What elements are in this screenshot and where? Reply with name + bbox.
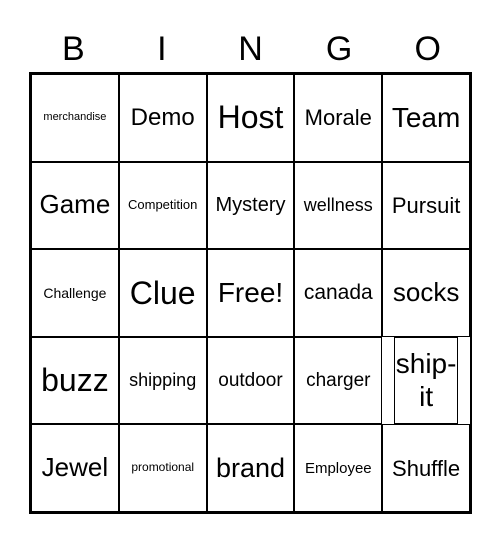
bingo-cell[interactable]: shipping: [118, 336, 207, 425]
bingo-cell[interactable]: ship-it: [394, 336, 459, 425]
bingo-cell[interactable]: Competition: [118, 161, 207, 250]
bingo-cell[interactable]: Jewel: [31, 424, 119, 512]
bingo-grid: merchandise Demo Host Morale Team Game Competi…: [29, 72, 472, 514]
header-letter-g: G: [325, 30, 353, 68]
bingo-cell[interactable]: buzz: [31, 336, 119, 425]
bingo-header: B I N G O: [29, 26, 472, 72]
header-letter-i: I: [157, 30, 167, 68]
bingo-cell[interactable]: Challenge: [31, 249, 119, 337]
bingo-cell[interactable]: brand: [206, 424, 295, 512]
bingo-cell[interactable]: Free!: [206, 249, 295, 337]
bingo-cell[interactable]: Mystery: [206, 161, 295, 250]
bingo-cell[interactable]: Host: [206, 74, 295, 162]
bingo-cell[interactable]: Morale: [294, 74, 383, 162]
bingo-cell[interactable]: Demo: [118, 74, 207, 162]
bingo-cell[interactable]: Employee: [294, 424, 383, 512]
bingo-cell[interactable]: wellness: [294, 161, 383, 250]
header-letter-o: O: [414, 30, 441, 68]
bingo-cell[interactable]: Game: [31, 161, 119, 250]
header-letter-b: B: [61, 30, 85, 68]
bingo-cell[interactable]: socks: [382, 249, 470, 337]
bingo-cell[interactable]: canada: [294, 249, 383, 337]
bingo-cell[interactable]: Shuffle: [382, 424, 470, 512]
bingo-cell[interactable]: promotional: [118, 424, 207, 512]
bingo-cell[interactable]: Clue: [118, 249, 207, 337]
bingo-cell[interactable]: charger: [294, 336, 383, 425]
header-letter-n: N: [238, 30, 263, 68]
bingo-cell[interactable]: Team: [382, 74, 470, 162]
bingo-cell[interactable]: outdoor: [206, 336, 295, 425]
bingo-cell[interactable]: merchandise: [31, 74, 119, 162]
bingo-cell[interactable]: Pursuit: [382, 161, 470, 250]
